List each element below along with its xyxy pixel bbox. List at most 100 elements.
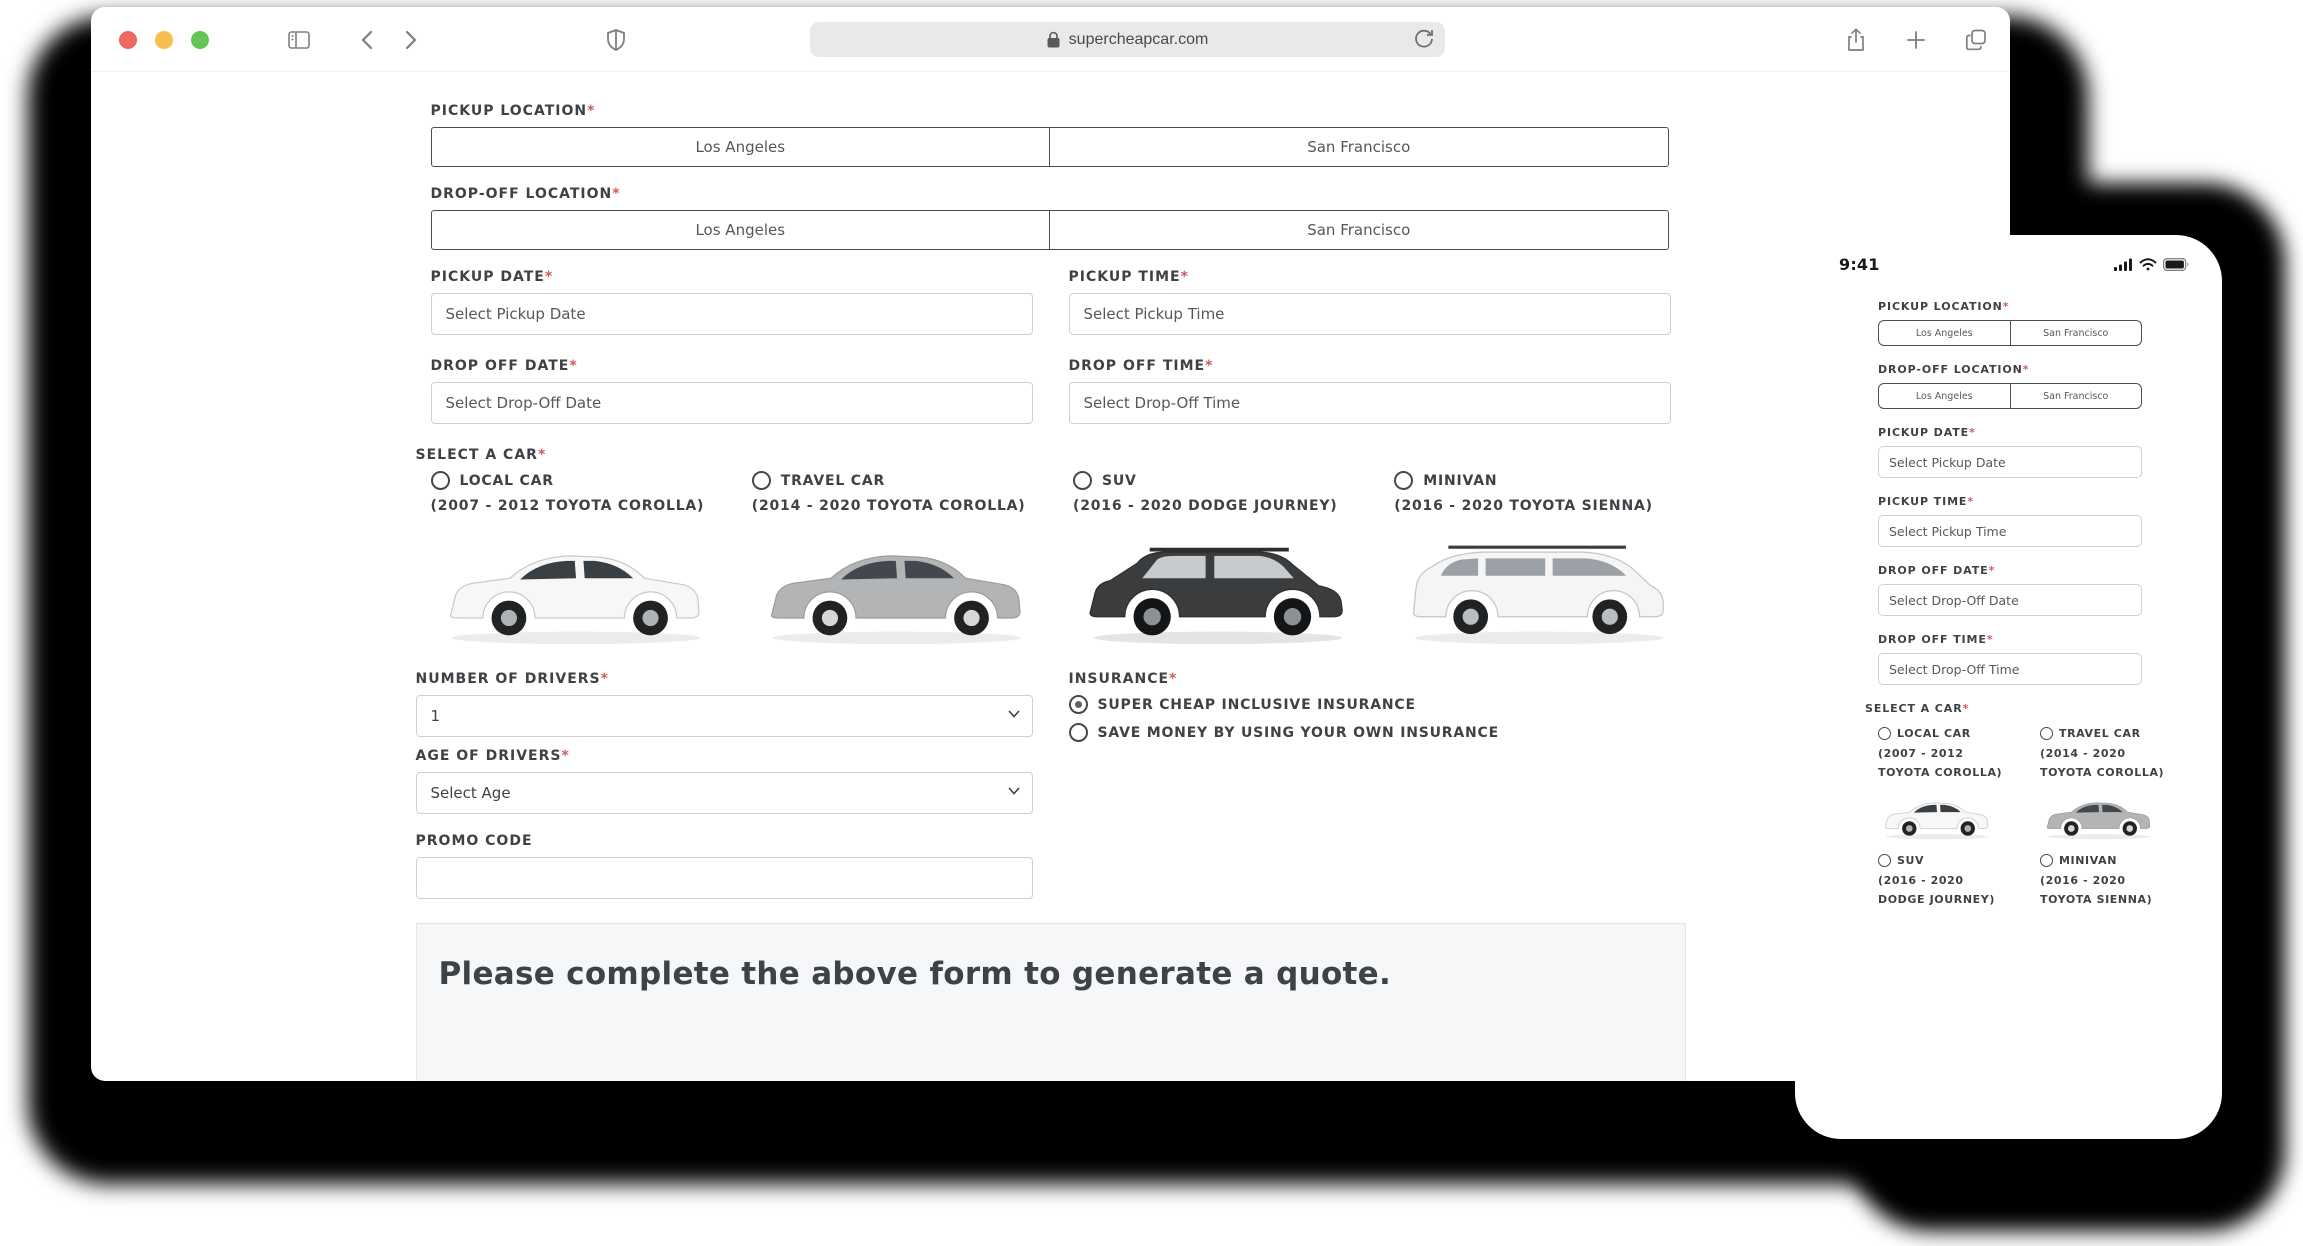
phone-travel-car-image [2040,794,2158,844]
phone-dropoff-location-toggle: Los Angeles San Francisco [1878,383,2142,409]
close-window-button[interactable] [119,31,137,49]
wifi-icon [2139,258,2157,271]
car-option-minivan: MINIVAN (2016 - 2020 TOYOTA SIENNA) [1394,471,1685,654]
dropoff-location-group: DROP-OFF LOCATION* Los Angeles San Franc… [431,187,1686,250]
address-bar[interactable]: supercheapcar.com [810,22,1445,57]
sidebar-toggle-icon[interactable] [287,28,311,52]
age-of-drivers-select[interactable]: Select Age [416,772,1033,814]
phone-dropoff-location-san-francisco[interactable]: San Francisco [2010,384,2142,408]
travel-car-radio[interactable] [752,471,771,490]
quote-message-box: Please complete the above form to genera… [416,923,1686,1081]
battery-icon [2163,258,2190,271]
insurance-own-radio[interactable] [1069,723,1088,742]
phone-minivan-radio[interactable] [2040,854,2053,867]
pickup-time-label: PICKUP TIME* [1069,270,1671,284]
quote-message: Please complete the above form to genera… [439,956,1685,992]
dropoff-date-group: DROP OFF DATE* [431,359,1033,424]
car-options: LOCAL CAR (2007 - 2012 TOYOTA COROLLA) [431,471,1686,654]
phone-pickup-time-label: PICKUP TIME* [1878,495,2222,508]
local-car-details: (2007 - 2012 TOYOTA COROLLA) [431,496,722,516]
phone-dropoff-date-label: DROP OFF DATE* [1878,564,2222,577]
phone-travel-car-name: TRAVEL CAR [2059,727,2141,740]
pickup-time-group: PICKUP TIME* [1069,270,1671,335]
minimize-window-button[interactable] [155,31,173,49]
dropoff-date-label: DROP OFF DATE* [431,359,1033,373]
lock-icon [1047,31,1060,48]
promo-code-input[interactable] [416,857,1033,899]
phone-travel-car-details: (2014 - 2020 TOYOTA COROLLA) [2040,744,2172,782]
pickup-date-group: PICKUP DATE* [431,270,1033,335]
select-car-label: SELECT A CAR* [416,448,1686,462]
phone-dropoff-time-input[interactable] [1878,653,2142,685]
dropoff-location-label: DROP-OFF LOCATION* [431,187,1686,201]
car-option-travel: TRAVEL CAR (2014 - 2020 TOYOTA COROLLA) [752,471,1043,654]
share-icon[interactable] [1844,28,1868,52]
pickup-time-input[interactable] [1069,293,1671,335]
promo-code-label: PROMO CODE [416,834,1033,848]
local-car-radio[interactable] [431,471,450,490]
phone-pickup-location-label: PICKUP LOCATION* [1878,300,2222,313]
phone-pickup-location-toggle: Los Angeles San Francisco [1878,320,2142,346]
phone-dropoff-date-input[interactable] [1878,584,2142,616]
privacy-shield-icon[interactable] [604,28,628,52]
chevron-down-icon [1008,787,1020,795]
browser-window: supercheapcar.com [91,7,2010,1081]
pickup-date-label: PICKUP DATE* [431,270,1033,284]
suv-details: (2016 - 2020 DODGE JOURNEY) [1073,496,1364,516]
phone-pickup-location-san-francisco[interactable]: San Francisco [2010,321,2142,345]
phone-travel-car-radio[interactable] [2040,727,2053,740]
suv-radio[interactable] [1073,471,1092,490]
dropoff-time-group: DROP OFF TIME* [1069,359,1671,424]
reload-icon[interactable] [1414,28,1434,50]
phone-pickup-location-los-angeles[interactable]: Los Angeles [1879,321,2010,345]
phone-local-car-image [1878,794,1996,844]
insurance-inclusive-radio[interactable] [1069,695,1088,714]
maximize-window-button[interactable] [191,31,209,49]
phone-form: PICKUP LOCATION* Los Angeles San Francis… [1795,274,2222,909]
pickup-location-group: PICKUP LOCATION* Los Angeles San Francis… [431,104,1686,167]
back-button[interactable] [355,28,379,52]
phone-mockup: 9:41 [1795,235,2222,1139]
dropoff-location-los-angeles[interactable]: Los Angeles [432,211,1050,249]
browser-toolbar: supercheapcar.com [91,7,2010,72]
insurance-inclusive-label: SUPER CHEAP INCLUSIVE INSURANCE [1098,697,1416,713]
insurance-group: INSURANCE* SUPER CHEAP INCLUSIVE INSURAN… [1069,672,1686,899]
new-tab-icon[interactable] [1904,28,1928,52]
phone-minivan-name: MINIVAN [2059,854,2117,867]
pickup-location-los-angeles[interactable]: Los Angeles [432,128,1050,166]
chevron-down-icon [1008,710,1020,718]
signal-icon [2114,258,2133,271]
local-car-name: LOCAL CAR [460,473,554,489]
minivan-name: MINIVAN [1423,473,1497,489]
tab-overview-icon[interactable] [1964,28,1988,52]
number-of-drivers-select[interactable]: 1 [416,695,1033,737]
minivan-radio[interactable] [1394,471,1413,490]
phone-dropoff-location-label: DROP-OFF LOCATION* [1878,363,2222,376]
url-text: supercheapcar.com [1069,31,1209,49]
pickup-location-san-francisco[interactable]: San Francisco [1049,128,1668,166]
car-option-local: LOCAL CAR (2007 - 2012 TOYOTA COROLLA) [431,471,722,654]
phone-car-option-travel: TRAVEL CAR (2014 - 2020 TOYOTA COROLLA) … [2040,727,2172,909]
phone-local-car-radio[interactable] [1878,727,1891,740]
phone-status-time: 9:41 [1839,255,1880,274]
stage: supercheapcar.com [0,0,2303,1246]
phone-dropoff-location-los-angeles[interactable]: Los Angeles [1879,384,2010,408]
booking-form: PICKUP LOCATION* Los Angeles San Francis… [416,72,1686,1081]
phone-suv-name: SUV [1897,854,1924,867]
forward-button[interactable] [399,28,423,52]
phone-local-car-details: (2007 - 2012 TOYOTA COROLLA) [1878,744,2010,782]
phone-pickup-time-input[interactable] [1878,515,2142,547]
dropoff-date-input[interactable] [431,382,1033,424]
phone-suv-details: (2016 - 2020 DODGE JOURNEY) [1878,871,2010,909]
dropoff-time-input[interactable] [1069,382,1671,424]
phone-pickup-date-input[interactable] [1878,446,2142,478]
number-of-drivers-value: 1 [431,707,441,725]
travel-car-name: TRAVEL CAR [781,473,885,489]
dropoff-location-san-francisco[interactable]: San Francisco [1049,211,1668,249]
minivan-image [1394,536,1684,654]
phone-suv-radio[interactable] [1878,854,1891,867]
suv-image [1073,536,1363,654]
car-option-suv: SUV (2016 - 2020 DODGE JOURNEY) [1073,471,1364,654]
pickup-date-input[interactable] [431,293,1033,335]
phone-status-icons [2114,258,2190,271]
